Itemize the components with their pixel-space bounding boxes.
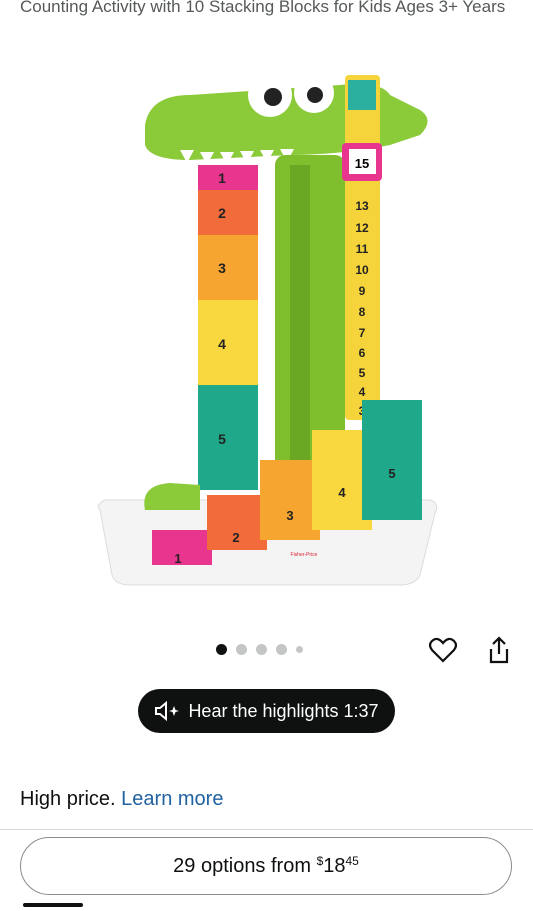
stack-number: 1 <box>218 170 226 186</box>
gauge-number: 12 <box>355 221 369 235</box>
image-carousel-dots[interactable] <box>216 644 303 655</box>
product-image[interactable]: 15 13 12 11 10 9 8 7 6 5 4 3 1 2 3 4 5 1… <box>90 55 440 595</box>
base-block-number: 2 <box>232 530 239 545</box>
gauge-number: 15 <box>355 156 369 171</box>
carousel-dot[interactable] <box>256 644 267 655</box>
stack-number: 2 <box>218 205 226 221</box>
options-prefix: 29 options from <box>173 854 311 877</box>
gauge-number: 7 <box>359 326 366 340</box>
carousel-dot[interactable] <box>216 644 227 655</box>
product-title: Counting Activity with 10 Stacking Block… <box>20 0 506 16</box>
stack-number: 4 <box>218 336 226 352</box>
base-block-number: 5 <box>388 466 395 481</box>
gauge-number: 10 <box>355 263 369 277</box>
share-icon[interactable] <box>483 634 515 666</box>
gauge-number: 13 <box>355 199 369 213</box>
price-dollars: 18 <box>323 854 346 877</box>
carousel-dot[interactable] <box>296 646 303 653</box>
gauge-number: 5 <box>359 366 366 380</box>
base-block-number: 1 <box>174 551 181 566</box>
base-block-number: 4 <box>338 485 346 500</box>
speaker-sparkle-icon <box>155 701 180 721</box>
carousel-dot[interactable] <box>276 644 287 655</box>
stack-number: 3 <box>218 260 226 276</box>
hear-highlights-button[interactable]: Hear the highlights 1:37 <box>138 689 395 733</box>
gauge-number: 6 <box>359 346 366 360</box>
gauge-number: 9 <box>359 284 366 298</box>
heart-icon[interactable] <box>427 634 459 666</box>
stack-number: 5 <box>218 431 226 447</box>
options-button[interactable]: 29 options from $ 18 45 <box>20 837 512 895</box>
price-cents: 45 <box>345 854 359 868</box>
bottom-indicator <box>23 903 83 907</box>
divider <box>0 829 533 830</box>
gauge-number: 8 <box>359 305 366 319</box>
carousel-dot[interactable] <box>236 644 247 655</box>
price-note: High price. Learn more <box>20 788 223 811</box>
price-note-text: High price. <box>20 788 116 810</box>
gauge-number: 11 <box>356 242 369 256</box>
gauge-number: 4 <box>359 385 366 399</box>
hear-highlights-label: Hear the highlights 1:37 <box>188 700 379 721</box>
brand-mark: Fisher-Price <box>291 552 318 558</box>
learn-more-link[interactable]: Learn more <box>121 788 223 810</box>
base-block-number: 3 <box>286 508 293 523</box>
price-currency: $ <box>316 854 324 868</box>
